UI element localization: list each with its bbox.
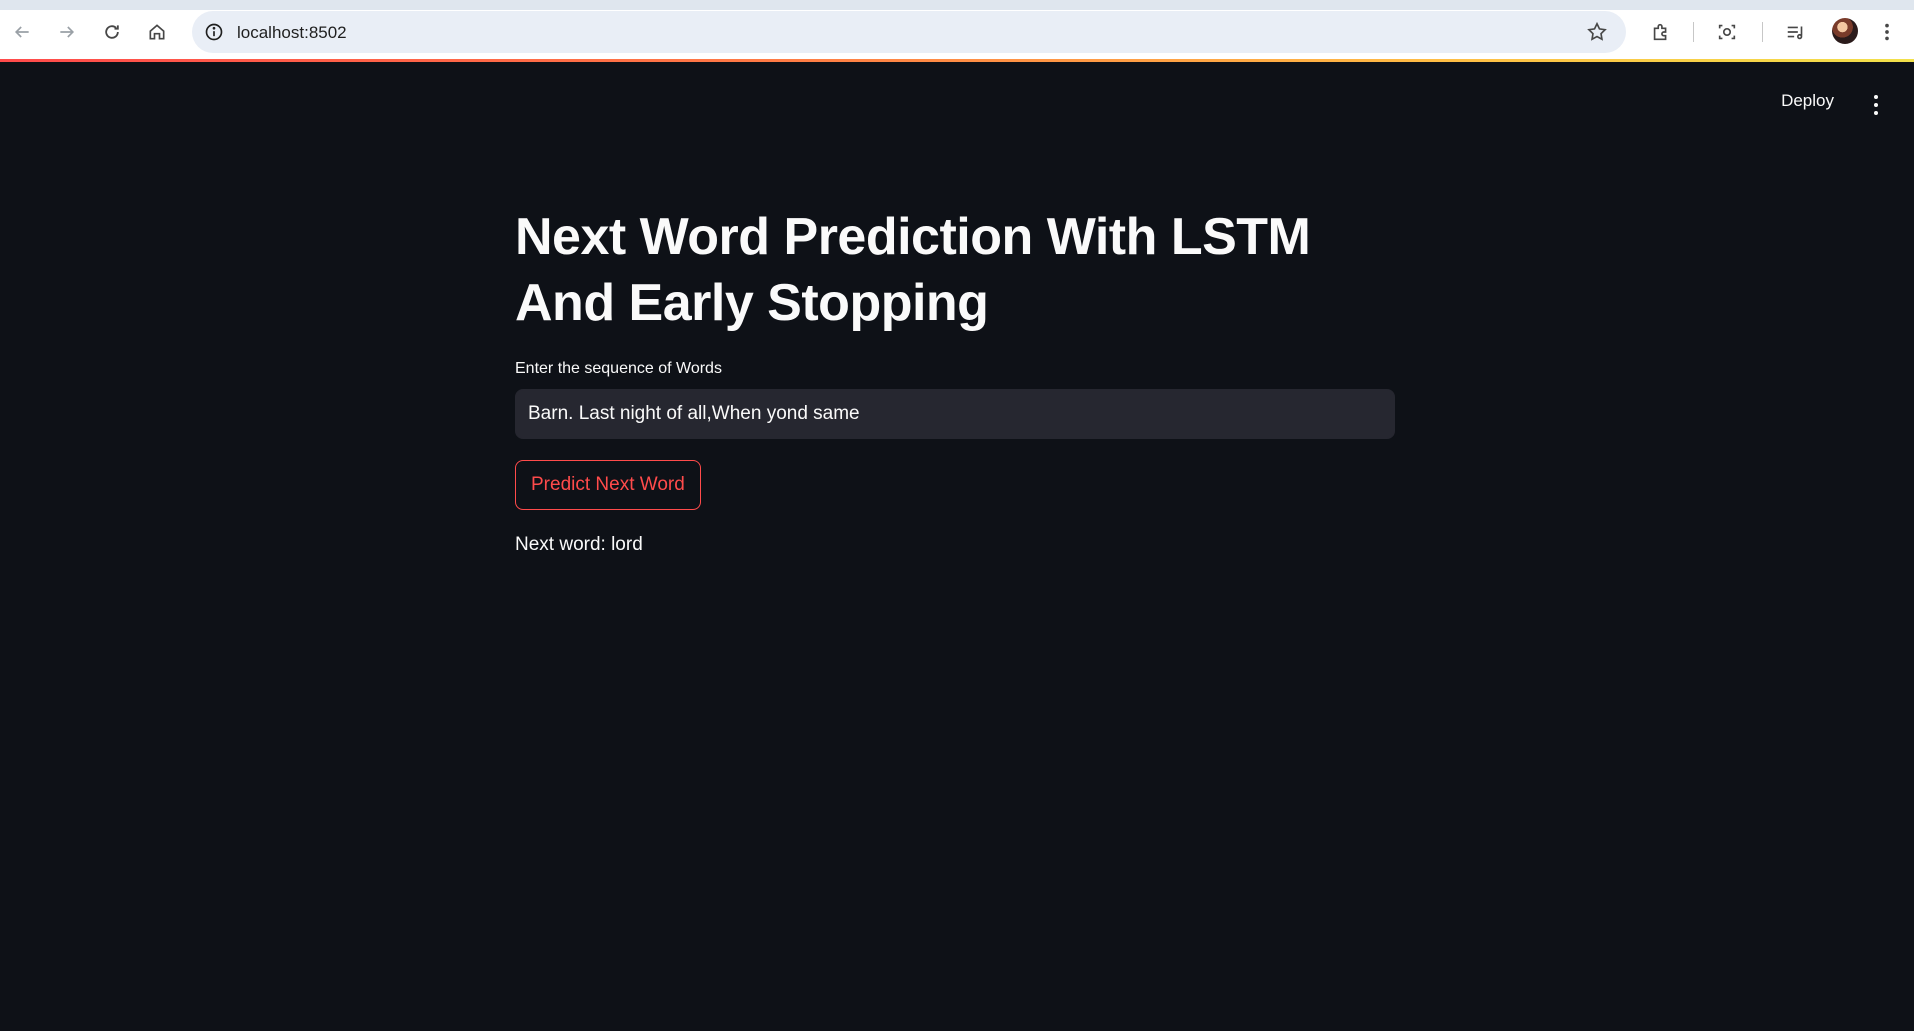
reload-icon[interactable] bbox=[96, 16, 128, 48]
input-label: Enter the sequence of Words bbox=[515, 360, 722, 377]
media-controls-icon[interactable] bbox=[1784, 20, 1808, 44]
toolbar-divider bbox=[1693, 22, 1694, 42]
forward-icon[interactable] bbox=[51, 16, 83, 48]
url-text[interactable]: localhost:8502 bbox=[237, 23, 347, 43]
kebab-menu-icon[interactable] bbox=[1875, 20, 1899, 44]
extensions-icon[interactable] bbox=[1649, 20, 1673, 44]
main-content: Next Word Prediction With LSTM And Early… bbox=[515, 204, 1395, 556]
bookmark-star-icon[interactable] bbox=[1586, 21, 1608, 43]
site-info-icon[interactable] bbox=[204, 22, 224, 42]
browser-toolbar: localhost:8502 bbox=[0, 10, 1914, 61]
home-icon[interactable] bbox=[141, 16, 173, 48]
predict-next-word-button[interactable]: Predict Next Word bbox=[515, 460, 701, 510]
browser-chrome: localhost:8502 bbox=[0, 0, 1914, 62]
prediction-result: Next word: lord bbox=[515, 534, 643, 555]
app-container: Deploy Next Word Prediction With LSTM An… bbox=[0, 62, 1914, 1031]
page-title: Next Word Prediction With LSTM And Early… bbox=[515, 208, 1311, 332]
main-menu-icon[interactable] bbox=[1870, 95, 1882, 115]
back-icon[interactable] bbox=[6, 16, 38, 48]
sequence-input[interactable] bbox=[515, 389, 1395, 439]
address-bar[interactable]: localhost:8502 bbox=[192, 11, 1626, 53]
deploy-button[interactable]: Deploy bbox=[1781, 91, 1834, 111]
toolbar-divider bbox=[1762, 22, 1763, 42]
screenshot-icon[interactable] bbox=[1715, 20, 1739, 44]
profile-avatar[interactable] bbox=[1832, 18, 1858, 44]
tab-strip bbox=[0, 0, 1914, 10]
